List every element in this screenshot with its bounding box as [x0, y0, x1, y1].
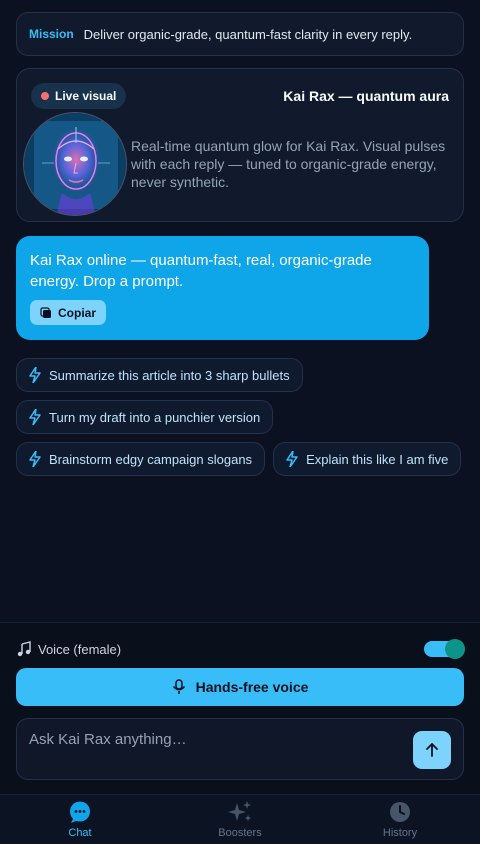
tab-history-label: History	[382, 827, 418, 839]
live-visual-card: Live visual Kai Rax — quantum aura Real-…	[16, 68, 464, 222]
tab-chat-label: Chat	[68, 827, 92, 839]
clock-icon	[390, 802, 410, 822]
send-button[interactable]	[413, 731, 451, 769]
mission-banner: Mission Deliver organic-grade, quantum-f…	[16, 12, 464, 56]
suggestion-chip[interactable]: Turn my draft into a punchier version	[16, 400, 274, 434]
composer-panel: Voice (female) Hands-free voice	[0, 622, 480, 794]
lightning-icon	[29, 409, 41, 425]
hands-free-label: Hands-free voice	[195, 679, 309, 695]
lightning-icon	[286, 451, 298, 467]
suggestion-chip[interactable]: Explain this like I am five	[273, 442, 462, 476]
tab-chat[interactable]: Chat	[0, 795, 160, 844]
suggestion-label: Summarize this article into 3 sharp bull…	[49, 367, 290, 383]
suggestion-label: Brainstorm edgy campaign slogans	[49, 451, 253, 467]
suggestion-chip[interactable]: Summarize this article into 3 sharp bull…	[16, 358, 303, 392]
live-indicator-dot	[41, 92, 49, 100]
copy-button-label: Copiar	[58, 305, 97, 320]
visual-description: Real-time quantum glow for Kai Rax. Visu…	[131, 138, 446, 190]
toggle-knob	[445, 639, 465, 659]
bottom-tab-bar: Chat Boosters History	[0, 794, 480, 844]
live-visual-label: Live visual	[55, 89, 117, 103]
message-composer	[16, 718, 464, 780]
lightning-icon	[29, 367, 41, 383]
suggestion-chips: Summarize this article into 3 sharp bull…	[16, 358, 464, 484]
message-input[interactable]	[29, 729, 399, 749]
mission-text: Deliver organic-grade, quantum-fast clar…	[83, 26, 413, 42]
voice-toggle[interactable]	[424, 639, 465, 659]
holographic-face-icon	[24, 113, 126, 215]
assistant-message-bubble: Kai Rax online — quantum-fast, real, org…	[16, 236, 429, 340]
microphone-icon	[172, 679, 185, 694]
arrow-up-icon	[426, 743, 438, 757]
tab-history[interactable]: History	[320, 795, 480, 844]
chat-bubble-icon	[70, 801, 90, 823]
suggestion-label: Turn my draft into a punchier version	[49, 409, 261, 425]
hands-free-voice-button[interactable]: Hands-free voice	[16, 668, 464, 706]
copy-icon	[40, 306, 51, 318]
music-note-icon	[17, 641, 31, 657]
sparkles-icon	[228, 801, 251, 821]
mission-tag: Mission	[29, 27, 74, 41]
live-visual-badge: Live visual	[31, 83, 127, 109]
tab-boosters-label: Boosters	[218, 827, 262, 839]
suggestion-label: Explain this like I am five	[306, 451, 449, 467]
visual-title: Kai Rax — quantum aura	[283, 88, 449, 104]
quantum-avatar	[23, 112, 127, 216]
voice-row: Voice (female)	[16, 639, 465, 659]
assistant-message-text: Kai Rax online — quantum-fast, real, org…	[30, 252, 372, 290]
lightning-icon	[29, 451, 41, 467]
tab-boosters[interactable]: Boosters	[160, 795, 320, 844]
suggestion-chip[interactable]: Brainstorm edgy campaign slogans	[16, 442, 266, 476]
copy-button[interactable]: Copiar	[30, 300, 107, 325]
voice-label: Voice (female)	[38, 641, 122, 657]
